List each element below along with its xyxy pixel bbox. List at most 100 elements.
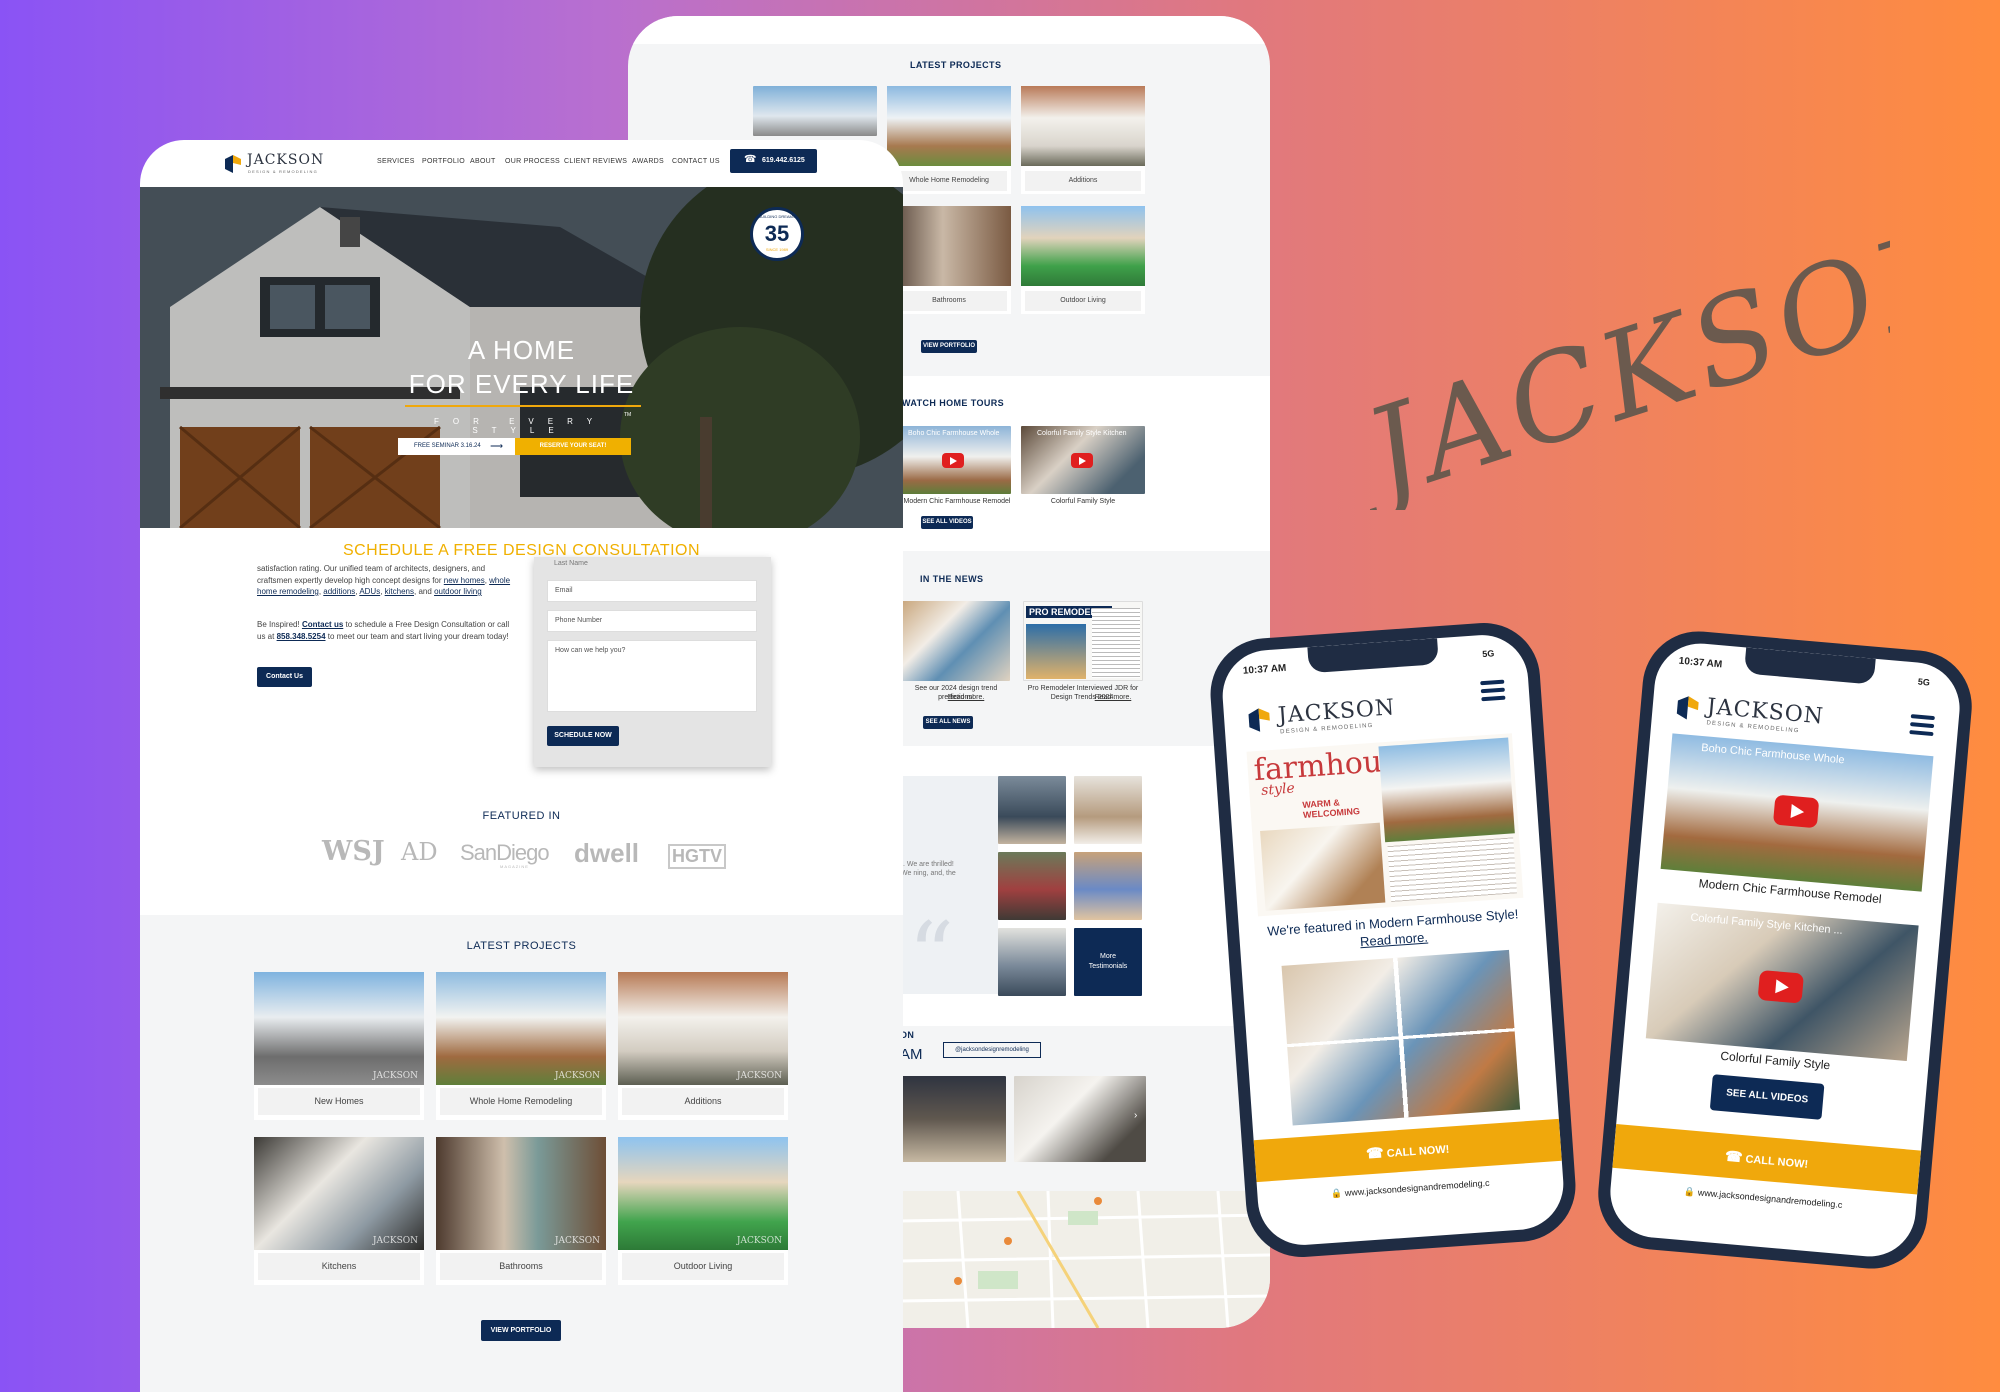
phone-field[interactable]: Phone Number xyxy=(547,610,757,632)
hero-title-line1: A HOME xyxy=(467,335,576,365)
message-field[interactable]: How can we help you? xyxy=(547,640,757,712)
email-field[interactable]: Email xyxy=(547,580,757,602)
phone-icon: ☎ xyxy=(1724,1147,1744,1166)
social-handle-link[interactable]: @jacksondesignremodeling xyxy=(943,1042,1041,1058)
project-photo: JACKSON xyxy=(254,1137,424,1250)
wsj-logo: WSJ xyxy=(322,836,385,867)
map-roads xyxy=(898,1191,1270,1328)
view-portfolio-button[interactable]: VIEW PORTFOLIO xyxy=(921,340,977,353)
latest-projects-title: LATEST PROJECTS xyxy=(466,940,577,952)
magazine-cover[interactable]: farmhouse style WARM & WELCOMING xyxy=(1246,733,1524,917)
call-now-button[interactable]: ☎ CALL NOW! xyxy=(1253,1118,1562,1183)
svg-text:JACKSON: JACKSON xyxy=(1330,193,1890,510)
project-photo: JACKSON xyxy=(618,972,788,1085)
quote-icon: “ xyxy=(908,903,955,1008)
project-card[interactable]: JACKSON Outdoor Living xyxy=(618,1137,788,1285)
hgtv-logo: HGTV xyxy=(668,844,727,869)
inspired-paragraph: Be Inspired! Contact us to schedule a Fr… xyxy=(257,620,510,641)
watermark: JACKSON xyxy=(372,1236,418,1246)
hero-title-line2: FOR EVERY LIFE xyxy=(408,369,635,399)
video-caption: Colorful Family Style xyxy=(1050,498,1116,505)
jackson-script-title: JACKSON xyxy=(1330,193,1890,510)
carousel-next-icon[interactable]: › xyxy=(1134,1110,1137,1121)
youtube-play-icon[interactable] xyxy=(1772,794,1820,829)
view-portfolio-button[interactable]: VIEW PORTFOLIO xyxy=(481,1320,561,1341)
project-card[interactable]: Bathrooms xyxy=(887,206,1011,314)
hero-tagline: FOR EVERY STYLE xyxy=(433,417,607,435)
news-thumb-pro-remodeler[interactable]: PRO REMODELER xyxy=(1023,601,1143,681)
san-diego-magazine-logo: SanDiego xyxy=(460,840,550,865)
project-label: Kitchens xyxy=(258,1253,420,1280)
video-thumb[interactable]: Boho Chic Farmhouse Whole xyxy=(902,426,1011,494)
watermark: JACKSON xyxy=(554,1236,600,1246)
featured-title: FEATURED IN xyxy=(482,810,561,822)
nav-awards[interactable]: AWARDS xyxy=(632,158,664,165)
hero-banner: 35 SINCE 1989 BUILDING DREAMS A HOME FOR… xyxy=(140,187,903,528)
watermark: JACKSON xyxy=(554,1071,600,1081)
schedule-now-button[interactable]: SCHEDULE NOW xyxy=(547,726,619,746)
nav-contact-us[interactable]: CONTACT US xyxy=(672,158,720,165)
menu-icon[interactable] xyxy=(1909,714,1935,737)
jackson-logo-mark-icon xyxy=(1676,696,1699,720)
project-label: New Homes xyxy=(258,1088,420,1115)
nav-client-reviews[interactable]: CLIENT REVIEWS xyxy=(564,158,627,165)
jackson-logo[interactable]: JACKSON DESIGN & REMODELING xyxy=(1673,690,1826,739)
lock-icon: 🔒 xyxy=(1330,1188,1343,1199)
menu-icon[interactable] xyxy=(1480,679,1506,702)
consult-title: SCHEDULE A FREE DESIGN CONSULTATION xyxy=(342,542,701,559)
35-years-badge: 35 SINCE 1989 BUILDING DREAMS xyxy=(750,207,804,261)
nav-services[interactable]: SERVICES xyxy=(377,158,415,165)
mobile-mockup-featured: 10:37 AM 5G JACKSON DESIGN & REMODELING … xyxy=(1206,619,1580,1261)
project-label: Outdoor Living xyxy=(622,1253,784,1280)
project-photo: JACKSON xyxy=(436,1137,606,1250)
watermark: JACKSON xyxy=(736,1071,782,1081)
map-embed[interactable] xyxy=(898,1191,1270,1328)
phone-button[interactable]: ☎ 619.442.6125 xyxy=(730,149,817,173)
project-card[interactable]: JACKSON Whole Home Remodeling xyxy=(436,972,606,1120)
video-thumb[interactable]: Colorful Family Style Kitchen ... xyxy=(1645,902,1919,1062)
project-photo: JACKSON xyxy=(254,972,424,1085)
project-card[interactable]: JACKSON New Homes xyxy=(254,972,424,1120)
see-all-videos-button[interactable]: SEE ALL VIDEOS xyxy=(1709,1074,1825,1120)
video-caption: Modern Chic Farmhouse Remodel xyxy=(903,498,1011,505)
jackson-logo[interactable]: JACKSON DESIGN & REMODELING xyxy=(223,151,328,175)
dwell-logo: dwell xyxy=(574,838,640,868)
more-testimonials-button[interactable]: More Testimonials xyxy=(1074,928,1142,996)
project-card[interactable]: JACKSON Additions xyxy=(618,972,788,1120)
project-label: Whole Home Remodeling xyxy=(440,1088,602,1115)
jackson-logo[interactable]: JACKSON DESIGN & REMODELING xyxy=(1245,693,1397,739)
jackson-logo-mark-icon xyxy=(225,155,241,173)
watch-home-tours-title: WATCH HOME TOURS xyxy=(902,398,1005,408)
project-thumb-new-homes[interactable] xyxy=(753,86,877,136)
nav-our-process[interactable]: OUR PROCESS xyxy=(505,158,560,165)
reserve-seat-button[interactable]: RESERVE YOUR SEAT! xyxy=(515,438,631,455)
testimonial-photo xyxy=(998,852,1066,920)
nav-portfolio[interactable]: PORTFOLIO xyxy=(422,158,465,165)
mobile-mockup-videos: 10:37 AM 5G JACKSON DESIGN & REMODELING … xyxy=(1593,626,1977,1274)
seminar-button[interactable]: FREE SEMINAR 3.16.24 ⟶ xyxy=(398,438,515,455)
project-card[interactable]: Whole Home Remodeling xyxy=(887,86,1011,194)
social-photo xyxy=(1014,1076,1146,1162)
contact-us-button[interactable]: Contact Us xyxy=(257,667,312,687)
project-label: Additions xyxy=(622,1088,784,1115)
news-thumb[interactable] xyxy=(902,601,1010,681)
testimonial-photo xyxy=(1074,776,1142,844)
project-card[interactable]: JACKSON Kitchens xyxy=(254,1137,424,1285)
phone-icon: ☎ xyxy=(744,154,757,165)
project-photo: JACKSON xyxy=(618,1137,788,1250)
project-card[interactable]: Additions xyxy=(1021,86,1145,194)
video-thumb[interactable]: Colorful Family Style Kitchen xyxy=(1021,426,1145,494)
see-all-videos-button[interactable]: SEE ALL VIDEOS xyxy=(921,516,973,529)
project-label: Bathrooms xyxy=(440,1253,602,1280)
testimonial-photo xyxy=(998,928,1066,996)
hero-divider xyxy=(405,405,641,407)
youtube-play-icon[interactable] xyxy=(1757,969,1805,1004)
video-thumb[interactable]: Boho Chic Farmhouse Whole xyxy=(1660,733,1934,892)
see-all-news-button[interactable]: SEE ALL NEWS xyxy=(923,716,973,729)
nav-about[interactable]: ABOUT xyxy=(470,158,496,165)
project-card[interactable]: JACKSON Bathrooms xyxy=(436,1137,606,1285)
consult-form: Last Name Email Phone Number How can we … xyxy=(534,557,771,767)
project-card[interactable]: Outdoor Living xyxy=(1021,206,1145,314)
testimonial-photo xyxy=(998,776,1066,844)
arrow-right-icon: ⟶ xyxy=(490,441,503,451)
